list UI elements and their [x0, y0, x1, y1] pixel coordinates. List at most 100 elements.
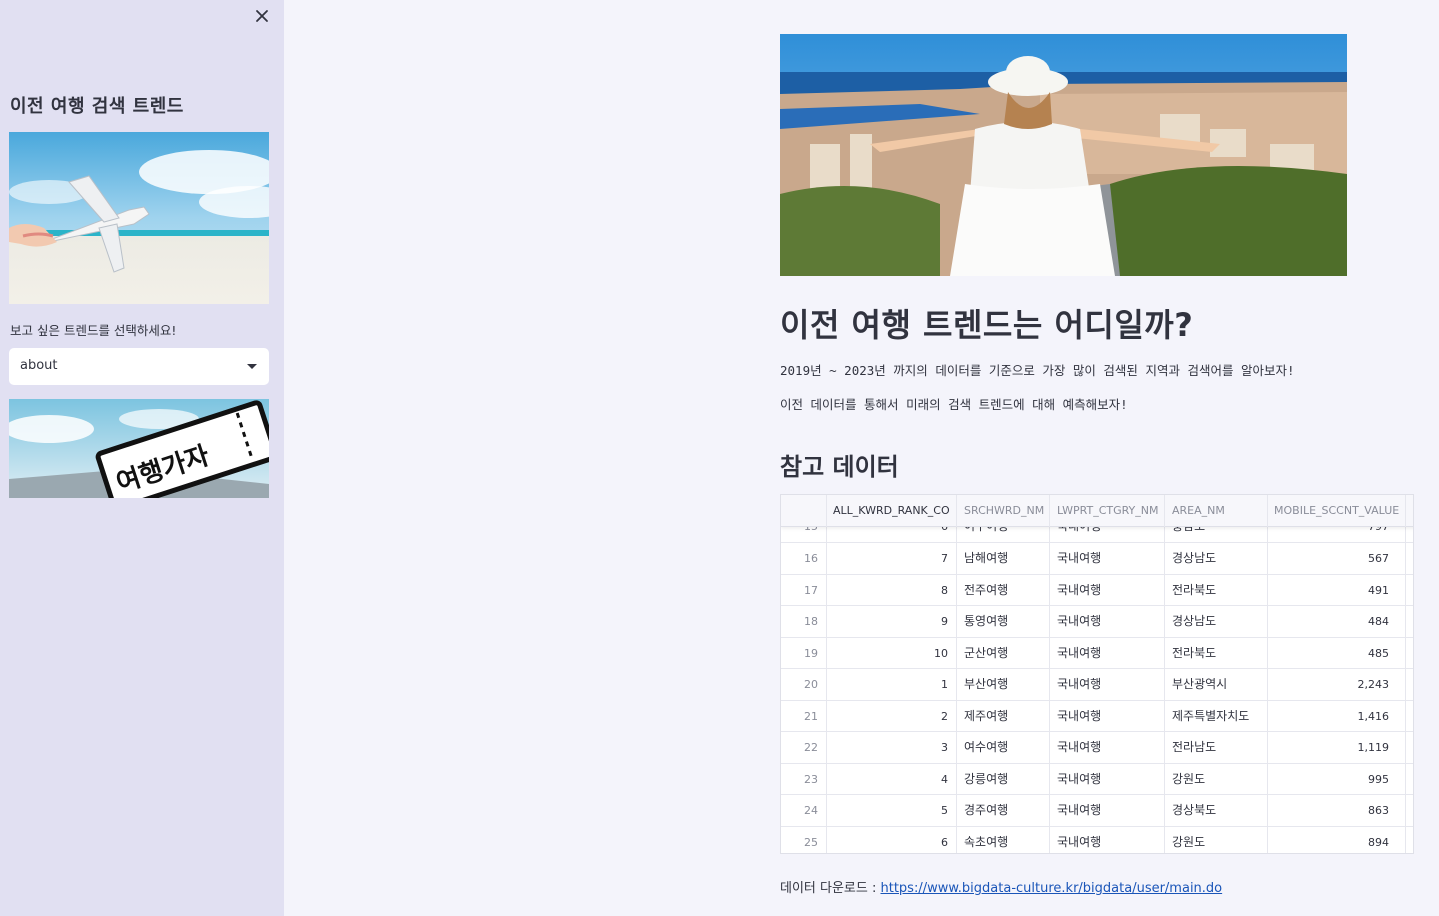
airplane-beach-image [9, 132, 269, 304]
cell-ctgry: 국내여행 [1050, 826, 1165, 853]
cell-rank: 6 [827, 826, 957, 853]
cell-area: 강원도 [1165, 763, 1268, 795]
trend-select-label: 보고 싶은 트렌드를 선택하세요! [10, 323, 177, 338]
index-header [781, 495, 827, 527]
cell-ctgry: 국내여행 [1050, 732, 1165, 764]
cell-srchwrd: 제주여행 [957, 700, 1050, 732]
cell-rank: 5 [827, 795, 957, 827]
cell-rank: 10 [827, 637, 957, 669]
cell-ctgry: 국내여행 [1050, 606, 1165, 638]
cell-ctgry: 국내여행 [1050, 669, 1165, 701]
cell-rank: 2 [827, 700, 957, 732]
cell-overflow [1406, 827, 1413, 854]
download-footer: 데이터 다운로드 : https://www.bigdata-culture.k… [780, 877, 1222, 896]
cell-area: 제주특별자치도 [1165, 700, 1268, 732]
table-row[interactable]: 23 4 강릉여행 국내여행 강원도 995 [781, 763, 1413, 796]
cell-ctgry: 국내여행 [1050, 700, 1165, 732]
row-index: 18 [781, 606, 827, 638]
cell-srchwrd: 여수여행 [957, 732, 1050, 764]
sidebar: 이전 여행 검색 트렌드 보고 싶은 트렌드를 선택하세요! about 여행가… [0, 0, 284, 916]
row-index: 25 [781, 826, 827, 853]
row-index: 24 [781, 795, 827, 827]
cell-overflow [1406, 543, 1413, 575]
cell-mobile-value: 567 [1268, 543, 1406, 575]
cell-area: 전라남도 [1165, 732, 1268, 764]
chevron-down-icon [247, 364, 257, 369]
cell-rank: 7 [827, 543, 957, 575]
cell-mobile-value: 484 [1268, 606, 1406, 638]
cell-area: 경상남도 [1165, 543, 1268, 575]
cell-overflow [1406, 701, 1413, 733]
column-header-ctgry[interactable]: LWPRT_CTGRY_NM [1050, 495, 1165, 527]
row-index: 21 [781, 700, 827, 732]
section-heading: 참고 데이터 [780, 453, 899, 481]
page-title: 이전 여행 트렌드는 어디일까? [780, 306, 1194, 344]
row-index: 23 [781, 763, 827, 795]
table-row[interactable]: 17 8 전주여행 국내여행 전라북도 491 [781, 574, 1413, 607]
cell-ctgry: 국내여행 [1050, 637, 1165, 669]
cell-area: 경상남도 [1165, 606, 1268, 638]
table-row[interactable]: 20 1 부산여행 국내여행 부산광역시 2,243 [781, 669, 1413, 701]
cell-overflow [1406, 638, 1413, 670]
column-header-overflow [1406, 495, 1413, 527]
cell-overflow [1406, 575, 1413, 607]
hero-image [780, 34, 1347, 276]
cell-mobile-value: 485 [1268, 637, 1406, 669]
cell-ctgry: 국내여행 [1050, 543, 1165, 575]
cell-overflow [1406, 764, 1413, 796]
table-header: ALL_KWRD_RANK_CO SRCHWRD_NM LWPRT_CTGRY_… [781, 495, 1413, 527]
sidebar-title: 이전 여행 검색 트렌드 [10, 96, 184, 117]
close-icon[interactable] [252, 6, 272, 26]
cell-mobile-value: 995 [1268, 763, 1406, 795]
cell-overflow [1406, 732, 1413, 764]
cell-area: 전라북도 [1165, 574, 1268, 606]
data-table[interactable]: ALL_KWRD_RANK_CO SRCHWRD_NM LWPRT_CTGRY_… [780, 494, 1414, 854]
column-header-mobile-value[interactable]: MOBILE_SCCNT_VALUE [1268, 495, 1406, 527]
cell-rank: 4 [827, 763, 957, 795]
cell-rank: 8 [827, 574, 957, 606]
column-header-srchwrd[interactable]: SRCHWRD_NM [957, 495, 1050, 527]
cell-ctgry: 국내여행 [1050, 763, 1165, 795]
table-row[interactable]: 25 6 속초여행 국내여행 강원도 894 [781, 826, 1413, 854]
cell-area: 경상북도 [1165, 795, 1268, 827]
cell-area: 강원도 [1165, 826, 1268, 853]
cell-area: 부산광역시 [1165, 669, 1268, 701]
cell-ctgry: 국내여행 [1050, 574, 1165, 606]
table-row[interactable]: 16 7 남해여행 국내여행 경상남도 567 [781, 543, 1413, 575]
cell-srchwrd: 부산여행 [957, 669, 1050, 701]
cell-overflow [1406, 606, 1413, 638]
row-index: 19 [781, 637, 827, 669]
cell-rank: 9 [827, 606, 957, 638]
table-row[interactable]: 18 9 통영여행 국내여행 경상남도 484 [781, 606, 1413, 638]
cell-mobile-value: 1,119 [1268, 732, 1406, 764]
table-row[interactable]: 22 3 여수여행 국내여행 전라남도 1,119 [781, 732, 1413, 764]
cell-srchwrd: 경주여행 [957, 795, 1050, 827]
cell-rank: 1 [827, 669, 957, 701]
cell-ctgry: 국내여행 [1050, 795, 1165, 827]
table-row[interactable]: 21 2 제주여행 국내여행 제주특별자치도 1,416 [781, 700, 1413, 733]
cell-srchwrd: 강릉여행 [957, 763, 1050, 795]
column-header-area[interactable]: AREA_NM [1165, 495, 1268, 527]
cell-area: 전라북도 [1165, 637, 1268, 669]
row-index: 17 [781, 574, 827, 606]
cell-mobile-value: 2,243 [1268, 669, 1406, 701]
trend-select[interactable]: about [9, 348, 269, 385]
row-index: 16 [781, 543, 827, 575]
intro-text-1: 2019년 ~ 2023년 까지의 데이터를 기준으로 가장 많이 검색된 지역… [780, 363, 1295, 378]
ticket-banner-image: 여행가자 [9, 399, 269, 498]
download-link[interactable]: https://www.bigdata-culture.kr/bigdata/u… [881, 881, 1223, 896]
cell-srchwrd: 남해여행 [957, 543, 1050, 575]
trend-select-value: about [20, 358, 58, 373]
cell-srchwrd: 속초여행 [957, 826, 1050, 853]
row-index: 20 [781, 669, 827, 701]
table-row[interactable]: 19 10 군산여행 국내여행 전라북도 485 [781, 637, 1413, 670]
cell-srchwrd: 전주여행 [957, 574, 1050, 606]
cell-srchwrd: 군산여행 [957, 637, 1050, 669]
cell-mobile-value: 863 [1268, 795, 1406, 827]
table-row[interactable]: 24 5 경주여행 국내여행 경상북도 863 [781, 795, 1413, 827]
column-header-rank[interactable]: ALL_KWRD_RANK_CO [827, 495, 957, 527]
row-index: 22 [781, 732, 827, 764]
cell-overflow [1406, 669, 1413, 701]
cell-rank: 3 [827, 732, 957, 764]
cell-overflow [1406, 795, 1413, 827]
